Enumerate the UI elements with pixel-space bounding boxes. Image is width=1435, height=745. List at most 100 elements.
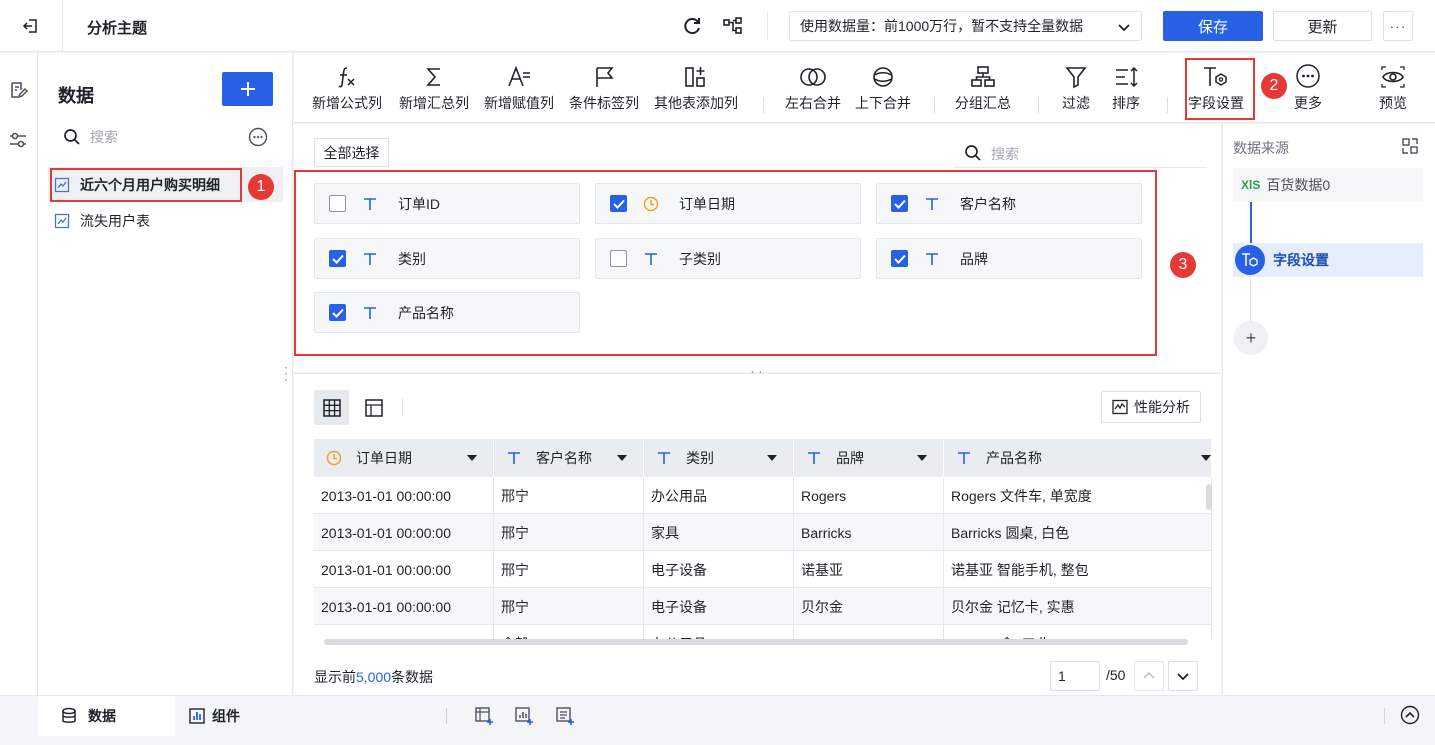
- more-icon[interactable]: [248, 127, 268, 147]
- divider: [446, 708, 447, 724]
- lineage-icon[interactable]: [722, 15, 744, 37]
- tool-label: 左右合并: [785, 95, 841, 111]
- caret-down-icon[interactable]: [917, 455, 927, 461]
- tool-label: 新增公式列: [312, 95, 382, 111]
- collapse-up-icon[interactable]: [1400, 705, 1420, 725]
- table-cell: 邢宁: [494, 477, 644, 514]
- data-search-input[interactable]: 搜索: [90, 127, 118, 147]
- performance-analysis-button[interactable]: 性能分析: [1101, 391, 1201, 423]
- sort-icon: [1113, 53, 1139, 93]
- list-item[interactable]: 流失用户表: [48, 203, 283, 238]
- expand-icon[interactable]: [1401, 137, 1419, 155]
- pivot-view-icon[interactable]: [356, 390, 391, 425]
- caret-down-icon[interactable]: [1201, 455, 1211, 461]
- add-text-icon[interactable]: [555, 706, 575, 726]
- pulse-chart-icon: [1112, 399, 1128, 415]
- tool-merge-horizontal[interactable]: 左右合并: [785, 53, 841, 123]
- preview-icon: [1380, 53, 1406, 93]
- caret-down-icon[interactable]: [767, 455, 777, 461]
- data-amount-select[interactable]: 使用数据量：前1000万行，暂不支持全量数据: [789, 11, 1142, 41]
- update-button[interactable]: 更新: [1273, 11, 1372, 41]
- horizontal-scrollbar[interactable]: [324, 639, 1188, 645]
- step-label: 百货数据0: [1266, 177, 1331, 193]
- tool-label: 过滤: [1062, 95, 1090, 111]
- tool-add-assign[interactable]: 新增赋值列: [484, 53, 554, 123]
- select-all-button[interactable]: 全部选择: [314, 138, 389, 167]
- table-cell: 邢宁: [494, 514, 644, 551]
- step-field-settings[interactable]: 字段设置: [1233, 243, 1423, 277]
- annotation-badge: 1: [248, 174, 274, 200]
- caret-down-icon[interactable]: [617, 455, 627, 461]
- page-number-input[interactable]: 1: [1050, 661, 1100, 691]
- column-header[interactable]: 品牌: [794, 439, 944, 477]
- column-header[interactable]: 产品名称: [944, 439, 1212, 477]
- bottom-bar: 数据 组件: [0, 695, 1435, 736]
- list-item-label: 流失用户表: [80, 212, 150, 229]
- add-step-button[interactable]: +: [1234, 321, 1268, 355]
- tool-condition-tag[interactable]: 条件标签列: [569, 53, 639, 123]
- tool-label: 新增汇总列: [399, 95, 469, 111]
- tool-merge-vertical[interactable]: 上下合并: [855, 53, 911, 123]
- save-button[interactable]: 保存: [1163, 11, 1263, 41]
- table-cell: Rogers: [794, 477, 944, 514]
- divider: [954, 167, 1207, 168]
- column-header[interactable]: 客户名称: [494, 439, 644, 477]
- vertical-scrollbar[interactable]: [1206, 484, 1212, 510]
- field-search-input[interactable]: 搜索: [991, 144, 1019, 164]
- table-cell: 2013-01-02 00:00:00: [314, 625, 494, 639]
- step-data-source[interactable]: XlS 百货数据0: [1233, 168, 1423, 202]
- table-cell: 贝尔金 记忆卡, 实惠: [944, 588, 1212, 625]
- column-header[interactable]: 类别: [644, 439, 794, 477]
- add-chart-icon[interactable]: [514, 706, 534, 726]
- tab-label: 数据: [88, 708, 116, 724]
- table-cell: Barricks: [794, 514, 944, 551]
- table-row: 2013-01-01 00:00:00 邢宁 家具 Barricks Barri…: [314, 514, 1212, 551]
- add-table-icon[interactable]: [474, 706, 494, 726]
- divider: [934, 97, 935, 113]
- table-row: 2013-01-02 00:00:00 俞毅 办公用品 Rogers Roger…: [314, 625, 1212, 639]
- table-cell: 2013-01-01 00:00:00: [314, 477, 494, 514]
- data-edit-icon[interactable]: [8, 80, 28, 100]
- page-total: /50: [1106, 667, 1126, 683]
- sliders-icon[interactable]: [8, 130, 28, 150]
- steps-title: 数据来源: [1233, 140, 1289, 156]
- tool-add-formula[interactable]: 新增公式列: [312, 53, 382, 123]
- chevron-up-icon[interactable]: [1134, 661, 1164, 691]
- text-type-icon: [656, 451, 672, 465]
- tool-add-from-table[interactable]: 其他表添加列: [654, 53, 738, 123]
- divider: [767, 12, 768, 40]
- table-cell: 贝尔金: [794, 588, 944, 625]
- chevron-down-icon[interactable]: [1168, 661, 1198, 691]
- refresh-icon[interactable]: [681, 15, 703, 37]
- table-row: 2013-01-01 00:00:00 邢宁 办公用品 Rogers Roger…: [314, 477, 1212, 514]
- line-chart-icon: [54, 213, 70, 229]
- caret-down-icon[interactable]: [467, 455, 477, 461]
- tool-more[interactable]: 更多: [1294, 53, 1322, 123]
- back-icon[interactable]: [14, 12, 48, 40]
- tool-group-summary[interactable]: 分组汇总: [955, 53, 1011, 123]
- annotation-box: [294, 170, 1157, 356]
- tab-data[interactable]: 数据: [38, 696, 175, 736]
- data-amount-label: 使用数据量：前1000万行，暂不支持全量数据: [800, 18, 1084, 34]
- table-cell: Rogers 盒, 工业: [944, 625, 1212, 639]
- table-cell: 家具: [644, 514, 794, 551]
- more-menu-button[interactable]: ···: [1383, 11, 1413, 41]
- grid-view-icon[interactable]: [314, 390, 349, 425]
- table-row: 2013-01-01 00:00:00 邢宁 电子设备 诺基亚 诺基亚 智能手机…: [314, 551, 1212, 588]
- group-icon: [970, 53, 996, 93]
- column-header-label: 类别: [686, 450, 714, 466]
- tool-add-summary[interactable]: 新增汇总列: [399, 53, 469, 123]
- column-header[interactable]: 订单日期: [314, 439, 494, 477]
- tool-filter[interactable]: 过滤: [1062, 53, 1090, 123]
- tab-component[interactable]: 组件: [178, 696, 298, 736]
- step-connector: [1250, 277, 1251, 325]
- divider: [763, 97, 764, 113]
- tool-sort[interactable]: 排序: [1112, 53, 1140, 123]
- tool-preview[interactable]: 预览: [1379, 53, 1407, 123]
- add-data-button[interactable]: [222, 72, 273, 106]
- tab-label: 组件: [212, 708, 240, 724]
- top-header: 分析主题 使用数据量：前1000万行，暂不支持全量数据 保存 更新 ···: [0, 0, 1435, 52]
- resize-handle[interactable]: · · ·: [284, 361, 290, 385]
- merge-horizontal-icon: [799, 53, 827, 93]
- search-icon: [964, 144, 982, 162]
